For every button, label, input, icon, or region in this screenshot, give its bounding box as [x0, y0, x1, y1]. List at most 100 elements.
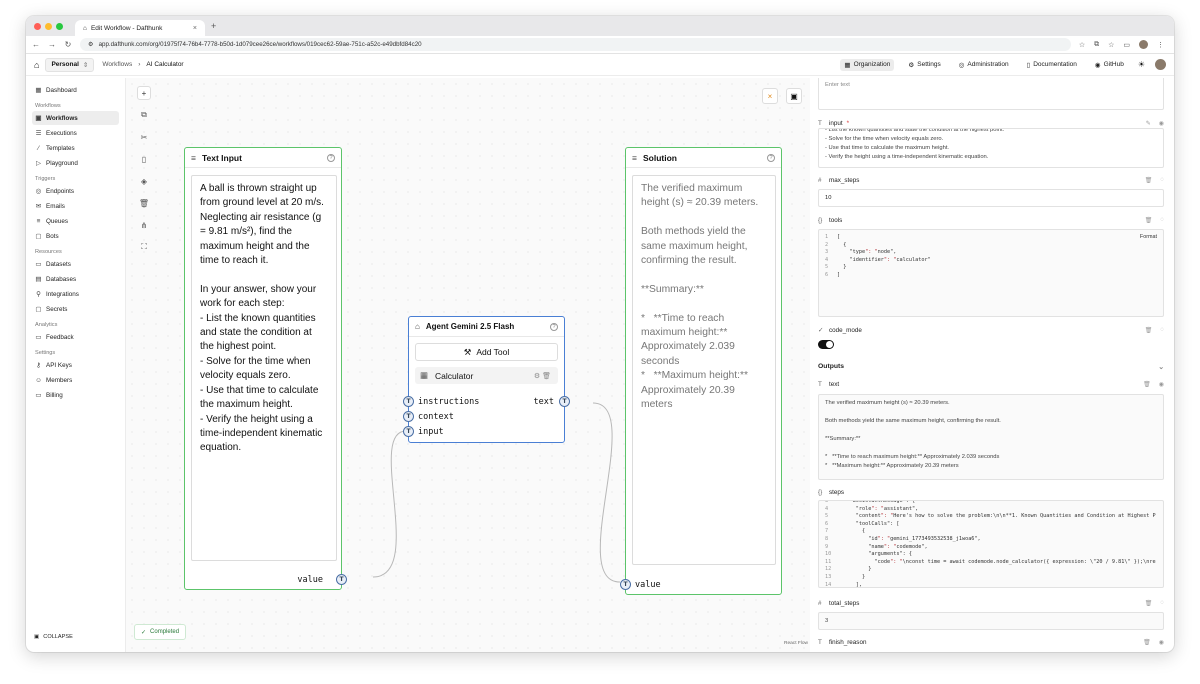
- input-handle-context[interactable]: T: [403, 411, 414, 422]
- visibility-icon[interactable]: ◉: [1159, 120, 1164, 127]
- edge-text-to-input[interactable]: [372, 430, 407, 578]
- visibility-icon[interactable]: ◉: [1159, 639, 1164, 646]
- hide-icon[interactable]: ◌: [1160, 327, 1164, 334]
- sidebar-item-secrets[interactable]: ▢ Secrets: [32, 302, 119, 316]
- tab-close-icon[interactable]: ×: [193, 25, 197, 32]
- reload-icon[interactable]: ↻: [64, 40, 72, 49]
- trash-icon[interactable]: 🗑: [1145, 177, 1153, 184]
- max-steps-field[interactable]: 10: [818, 189, 1164, 207]
- edit-icon[interactable]: ✎: [1146, 120, 1151, 127]
- administration-link[interactable]: ◎ Administration: [955, 59, 1013, 71]
- sidebar-item-queues[interactable]: ≡ Queues: [32, 214, 119, 228]
- sidebar-item-bots[interactable]: ▢ Bots: [32, 229, 119, 243]
- port-label-text: text: [533, 397, 554, 407]
- workflow-canvas[interactable]: + ⧉ ✂ ▯ ◈ 🗑 ⋔ ⛶ × ▣ ≡ Text Input ? A bal…: [126, 78, 810, 652]
- logo-icon[interactable]: ⌂: [34, 60, 39, 70]
- organization-link[interactable]: ▦ Organization: [840, 58, 895, 71]
- solution-textarea[interactable]: The verified maximum height (s) ≈ 20.39 …: [632, 175, 776, 565]
- settings-link[interactable]: ⚙ Settings: [904, 59, 944, 71]
- org-switcher[interactable]: Personal ⇕: [45, 57, 95, 72]
- theme-toggle-icon[interactable]: ☀: [1138, 60, 1145, 69]
- sidebar-item-emails[interactable]: ✉ Emails: [32, 199, 119, 213]
- input-param-field[interactable]: - List the known quantities and state th…: [818, 128, 1164, 168]
- url-field[interactable]: ⚙ app.dafthunk.com/org/01975f74-76b4-777…: [80, 38, 1071, 51]
- text-output-field[interactable]: The verified maximum height (s) ≈ 20.39 …: [818, 394, 1164, 480]
- tools-code-editor[interactable]: Format 1[2 {3 "type": "node", 4 "identifi…: [818, 229, 1164, 317]
- text-input-node[interactable]: ≡ Text Input ? A ball is thrown straight…: [184, 147, 347, 590]
- profile-avatar[interactable]: [1139, 40, 1148, 49]
- list-icon: ☰: [35, 130, 42, 137]
- tool-item-calculator[interactable]: ▦ Calculator ⚙🗑: [415, 367, 558, 384]
- help-icon[interactable]: ?: [327, 153, 335, 162]
- text-input-textarea[interactable]: A ball is thrown straight up from ground…: [191, 175, 337, 561]
- sidepanel-icon[interactable]: ▭: [1123, 41, 1130, 49]
- trash-icon[interactable]: 🗑: [1143, 639, 1151, 646]
- sidebar-item-datasets[interactable]: ▭ Datasets: [32, 257, 119, 271]
- extensions-icon[interactable]: ⧉: [1094, 41, 1099, 49]
- output-handle-text[interactable]: T: [559, 396, 570, 407]
- trash-icon[interactable]: 🗑: [1145, 327, 1153, 334]
- forward-icon[interactable]: →: [48, 40, 56, 49]
- sidebar-item-workflows[interactable]: ▣ Workflows: [32, 111, 119, 125]
- browser-tab[interactable]: ⌂ Edit Workflow - Dafthunk ×: [75, 20, 205, 36]
- hide-icon[interactable]: ◌: [1160, 217, 1164, 224]
- edge-text-to-value[interactable]: [592, 402, 621, 583]
- browser-menu-icon[interactable]: ⋮: [1157, 41, 1164, 49]
- sidebar-item-endpoints[interactable]: ◎ Endpoints: [32, 184, 119, 198]
- outputs-section-header[interactable]: Outputs ⌄: [818, 363, 1164, 371]
- window-controls: [34, 22, 63, 30]
- format-button[interactable]: Format: [1140, 233, 1157, 242]
- sidebar-item-executions[interactable]: ☰ Executions: [32, 126, 119, 140]
- instructions-field[interactable]: Enter text: [818, 78, 1164, 110]
- tab-title: Edit Workflow - Dafthunk: [90, 24, 163, 32]
- line-text: "type": "node",: [837, 249, 897, 256]
- input-handle-instructions[interactable]: T: [403, 396, 414, 407]
- add-tool-button[interactable]: ⚒ Add Tool: [415, 343, 558, 361]
- input-handle-value[interactable]: T: [620, 579, 631, 590]
- sidebar-item-dashboard[interactable]: ▦ Dashboard: [32, 83, 119, 97]
- bookmark-star-icon[interactable]: ☆: [1079, 41, 1085, 49]
- site-info-icon[interactable]: ⚙: [88, 41, 94, 48]
- line-number: 2: [825, 241, 829, 248]
- collapse-button[interactable]: ▣ COLLAPSE: [34, 634, 73, 640]
- output-handle-value[interactable]: T: [336, 574, 347, 585]
- agent-node[interactable]: ⌂ Agent Gemini 2.5 Flash ? ⚒ Add Tool ▦ …: [403, 316, 570, 443]
- line-number: 5: [825, 264, 829, 271]
- input-handle-input[interactable]: T: [403, 426, 414, 437]
- breadcrumb-workflows[interactable]: Workflows: [102, 61, 132, 68]
- react-flow-attribution[interactable]: React Flow: [784, 641, 808, 646]
- visibility-icon[interactable]: ◉: [1159, 381, 1164, 388]
- help-icon[interactable]: ?: [767, 153, 775, 162]
- tool-settings-icon[interactable]: ⚙: [534, 373, 542, 380]
- back-icon[interactable]: ←: [32, 40, 40, 49]
- line-text: "id": "gemini_1773493532538_j1woa6",: [837, 535, 981, 542]
- code-mode-toggle[interactable]: [818, 340, 834, 349]
- sidebar-item-playground[interactable]: ▷ Playground: [32, 156, 119, 170]
- total-steps-field[interactable]: 3: [818, 612, 1164, 630]
- sidebar-item-databases[interactable]: ▤ Databases: [32, 272, 119, 286]
- close-window-button[interactable]: [34, 22, 41, 30]
- tool-delete-icon[interactable]: 🗑: [542, 373, 553, 380]
- github-link[interactable]: ◉ GitHub: [1091, 59, 1128, 71]
- documentation-link[interactable]: ▯ Documentation: [1023, 59, 1081, 71]
- minimize-window-button[interactable]: [45, 22, 52, 30]
- sidebar-item-templates[interactable]: ⁄ Templates: [32, 141, 119, 155]
- sidebar-item-billing[interactable]: ▭ Billing: [32, 388, 119, 402]
- gear-icon: ⚙: [908, 61, 915, 69]
- sidebar-item-integrations[interactable]: ⚲ Integrations: [32, 287, 119, 301]
- hide-icon[interactable]: ◌: [1160, 600, 1164, 607]
- solution-node[interactable]: ≡ Solution ? The verified maximum height…: [620, 147, 782, 595]
- sidebar-item-api-keys[interactable]: ⚷ API Keys: [32, 358, 119, 372]
- trash-icon[interactable]: 🗑: [1145, 217, 1153, 224]
- hide-icon[interactable]: ◌: [1160, 177, 1164, 184]
- new-tab-icon[interactable]: +: [211, 21, 216, 31]
- trash-icon[interactable]: 🗑: [1145, 600, 1153, 607]
- help-icon[interactable]: ?: [550, 322, 558, 331]
- trash-icon[interactable]: 🗑: [1143, 381, 1151, 388]
- maximize-window-button[interactable]: [56, 22, 63, 30]
- steps-code-viewer[interactable]: 3 "assistantMessage": {4 "role": "assist…: [818, 500, 1164, 588]
- sidebar-item-feedback[interactable]: ▭ Feedback: [32, 330, 119, 344]
- bookmarks-icon[interactable]: ☆: [1108, 41, 1114, 49]
- sidebar-item-members[interactable]: ☺ Members: [32, 373, 119, 387]
- user-avatar[interactable]: [1155, 59, 1166, 70]
